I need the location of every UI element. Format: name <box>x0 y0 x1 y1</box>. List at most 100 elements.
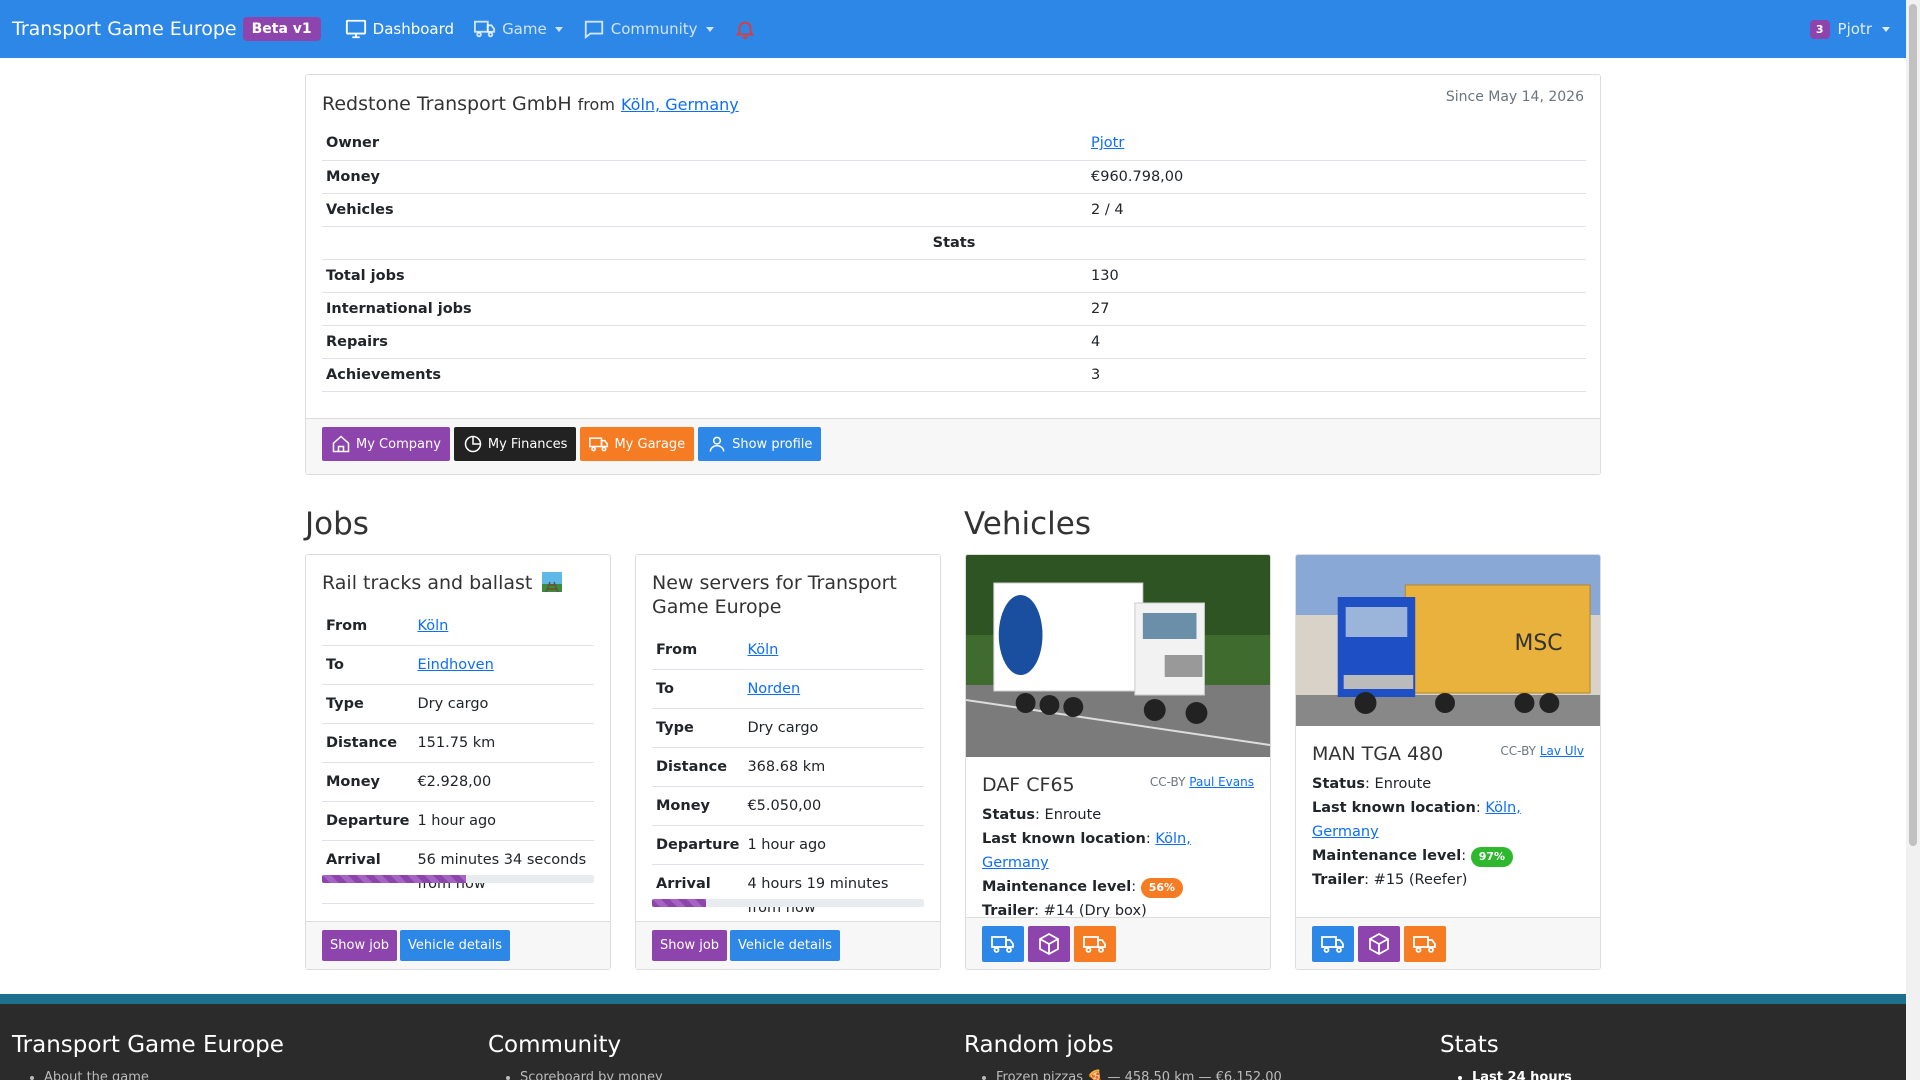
location-row: Last known location: Köln, Germany <box>1312 800 1521 840</box>
garage-icon-button[interactable] <box>1074 926 1116 962</box>
type-label: Type <box>322 684 414 724</box>
show-profile-button[interactable]: Show profile <box>698 427 822 461</box>
monitor-icon <box>345 19 366 39</box>
table-row: Departure 1 hour ago <box>652 825 924 865</box>
notification-count-badge: 3 <box>1809 19 1830 39</box>
maintenance-label: Maintenance level <box>982 879 1132 895</box>
nav-game-label: Game <box>502 20 547 38</box>
user-name: Pjotr <box>1837 20 1872 38</box>
vehicle-photo[interactable]: MSC <box>1296 555 1600 726</box>
footer-column: Random jobs Frozen pizzas 🍕 — 458.50 km … <box>964 1032 1282 1080</box>
my-company-label: My Company <box>356 436 441 452</box>
to-link[interactable]: Eindhoven <box>417 657 493 673</box>
from-link[interactable]: Köln <box>747 642 778 658</box>
vehicle-details-button[interactable]: Vehicle details <box>400 930 510 961</box>
table-row: Arrival 4 hours 19 minutes from now <box>652 864 924 928</box>
table-row: Type Dry cargo <box>322 684 594 724</box>
show-job-button[interactable]: Show job <box>652 930 728 961</box>
footer-link[interactable]: Last 24 hours <box>1472 1070 1572 1080</box>
nav-game-dropdown[interactable]: Game <box>474 18 563 40</box>
maintenance-label: Maintenance level <box>1312 848 1462 864</box>
company-header: Redstone Transport GmbH from Köln, Germa… <box>322 93 739 115</box>
company-since: Since May 14, 2026 <box>1445 89 1584 105</box>
cargo-icon-button[interactable] <box>1028 926 1070 962</box>
owner-link[interactable]: Pjotr <box>1091 135 1124 151</box>
footer-column: Community Scoreboard by money <box>488 1032 663 1080</box>
table-row: To Norden <box>652 669 924 709</box>
bell-icon[interactable] <box>734 18 756 40</box>
money-value: €960.798,00 <box>1087 160 1586 194</box>
location-label: Last known location <box>982 831 1146 847</box>
cc-by-label: CC-BY <box>1500 744 1536 758</box>
from-link[interactable]: Köln <box>417 618 448 634</box>
status-value: Enroute <box>1044 807 1102 823</box>
intl-jobs-label: International jobs <box>322 292 1087 326</box>
table-row: From Köln <box>322 607 594 646</box>
job-progress <box>652 899 924 907</box>
brand-link[interactable]: Transport Game Europe <box>12 18 237 40</box>
table-row: Money €2.928,00 <box>322 762 594 802</box>
pie-chart-icon <box>464 435 482 453</box>
nav-dashboard-label: Dashboard <box>372 20 455 38</box>
money-value: €5.050,00 <box>743 786 924 826</box>
nav-community-dropdown[interactable]: Community <box>583 18 714 40</box>
nav-dashboard[interactable]: Dashboard <box>345 18 454 40</box>
achievements-value: 3 <box>1087 358 1586 392</box>
money-value: €2.928,00 <box>413 762 594 802</box>
status-row: Status: Enroute <box>982 807 1102 823</box>
repairs-value: 4 <box>1087 325 1586 359</box>
truck-icon <box>589 437 609 452</box>
my-garage-button[interactable]: My Garage <box>580 427 695 461</box>
vehicle-card: MSC MAN TGA 480 CC-BY Lav Ulv Status: En… <box>1295 554 1601 970</box>
job-title: Rail tracks and ballast <box>322 571 602 595</box>
company-from-label: from <box>577 95 615 114</box>
my-finances-button[interactable]: My Finances <box>453 427 577 461</box>
location-row: Last known location: Köln, Germany <box>982 831 1191 871</box>
company-actions: My Company My Finances My Garage Show pr… <box>306 418 1600 474</box>
company-table: Owner Pjotr Money €960.798,00 Vehicles 2… <box>322 127 1586 392</box>
garage-icon-button[interactable] <box>1404 926 1446 962</box>
vehicle-name: MAN TGA 480 <box>1312 743 1444 765</box>
photo-credit-link[interactable]: Paul Evans <box>1189 775 1254 789</box>
distance-value: 368.68 km <box>743 747 924 787</box>
trailer-value: #15 (Reefer) <box>1373 872 1468 888</box>
owner-label: Owner <box>322 127 1087 161</box>
user-menu-dropdown[interactable]: 3 Pjotr <box>1809 19 1890 39</box>
money-label: Money <box>652 786 744 826</box>
vehicle-details-button[interactable]: Vehicle details <box>730 930 840 961</box>
my-finances-label: My Finances <box>487 436 568 452</box>
page-scrollbar[interactable] <box>1906 0 1920 1080</box>
beta-badge: Beta v1 <box>242 17 321 41</box>
my-company-button[interactable]: My Company <box>322 427 450 461</box>
distance-label: Distance <box>322 723 414 763</box>
job-actions: Show job Vehicle details <box>306 921 610 969</box>
vehicle-name: DAF CF65 <box>982 774 1075 796</box>
vehicle-details-icon-button[interactable] <box>1312 926 1354 962</box>
departure-value: 1 hour ago <box>743 825 924 865</box>
job-title: New servers for Transport Game Europe <box>652 572 897 618</box>
footer-link[interactable]: About the game <box>44 1070 284 1080</box>
to-link[interactable]: Norden <box>747 681 800 697</box>
box-icon <box>1369 932 1389 956</box>
jobs-heading: Jobs <box>305 506 369 542</box>
vehicle-photo[interactable] <box>966 555 1270 757</box>
location-label: Last known location <box>1312 800 1476 816</box>
footer-link[interactable]: Scoreboard by money <box>520 1070 663 1080</box>
table-row: Arrival 56 minutes 34 seconds from now <box>322 840 594 904</box>
vehicle-info: Status: Enroute Last known location: Köl… <box>1312 772 1592 892</box>
table-row: From Köln <box>652 631 924 670</box>
show-job-button[interactable]: Show job <box>322 930 398 961</box>
distance-label: Distance <box>652 747 744 787</box>
vehicle-details-icon-button[interactable] <box>982 926 1024 962</box>
scrollbar-thumb[interactable] <box>1909 4 1917 846</box>
cargo-icon-button[interactable] <box>1358 926 1400 962</box>
vehicle-actions <box>966 917 1270 969</box>
arrival-value: 4 hours 19 minutes from now <box>743 864 924 928</box>
top-navbar: Transport Game Europe Beta v1 Dashboard … <box>0 0 1906 58</box>
company-location-link[interactable]: Köln, Germany <box>621 95 739 114</box>
photo-credit-link[interactable]: Lav Ulv <box>1540 744 1584 758</box>
vehicle-actions <box>1296 917 1600 969</box>
chat-icon <box>584 20 603 40</box>
footer-link[interactable]: Frozen pizzas 🍕 — 458.50 km — €6.152,00 <box>996 1070 1282 1080</box>
total-jobs-value: 130 <box>1087 259 1586 293</box>
